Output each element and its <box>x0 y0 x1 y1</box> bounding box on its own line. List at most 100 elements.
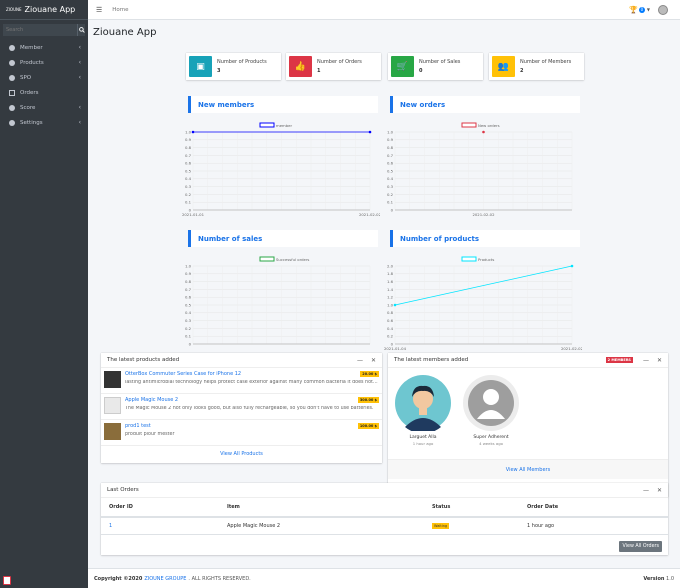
column-header: Order Date <box>519 498 668 518</box>
y-tick-label: 0.9 <box>387 137 394 142</box>
legend-swatch <box>259 256 275 262</box>
page-footer: Copyright ©2020 ZIOUNE GROUPE . ALL RIGH… <box>88 568 680 588</box>
box-icon: ▣ <box>189 56 212 77</box>
legend-label: Successful orders <box>276 257 309 262</box>
y-tick-label: 0.4 <box>387 326 394 331</box>
y-tick-label: 0.1 <box>185 334 192 339</box>
member-name: Larguet Alla <box>409 435 437 440</box>
sidebar-item-spo[interactable]: SPO ‹ <box>0 70 88 85</box>
rights-text: . ALL RIGHTS RESERVED. <box>188 575 251 582</box>
stat-value: 3 <box>217 68 221 74</box>
sidebar-search <box>3 24 85 36</box>
version-label: Version <box>643 575 665 582</box>
stat-sales: 🛒 Number of Sales 0 <box>388 53 483 80</box>
close-icon[interactable]: ✕ <box>657 487 662 494</box>
sidebar-item-settings[interactable]: Settings ‹ <box>0 115 88 130</box>
trophy-icon: 🏆 <box>629 5 638 14</box>
legend-label: member <box>276 123 292 128</box>
latest-products-card: The latest products added — ✕ OtterBox Co… <box>101 353 382 463</box>
legend-label: New orders <box>478 123 500 128</box>
chart-number-of-products: Products2.01.81.61.41.21.00.80.60.40.202… <box>384 256 582 351</box>
y-tick-label: 1.4 <box>387 287 394 292</box>
search-button[interactable] <box>77 24 85 36</box>
sidebar-item-orders[interactable]: Orders <box>0 85 88 100</box>
notifications-menu[interactable]: 🏆 0 ▼ <box>629 6 650 14</box>
member-item[interactable]: Larguet Alla 1 hour ago <box>395 375 451 446</box>
caret-down-icon: ▼ <box>646 7 650 12</box>
y-tick-label: 0.7 <box>387 153 394 158</box>
member-avatar <box>395 375 451 434</box>
collapse-icon[interactable]: — <box>357 357 363 364</box>
brand[interactable]: ZIOUNE Ziouane App <box>0 0 88 20</box>
y-tick-label: 0.6 <box>185 295 192 300</box>
list-item[interactable]: OtterBox Commuter Series Case for iPhone… <box>101 368 382 394</box>
data-point <box>393 303 397 307</box>
y-tick-label: 0 <box>189 341 192 346</box>
copyright-text: Copyright ©2020 <box>94 575 143 582</box>
y-tick-label: 0.2 <box>185 192 192 197</box>
y-tick-label: 1.0 <box>185 129 192 134</box>
y-tick-label: 0.2 <box>387 192 394 197</box>
y-tick-label: 0.3 <box>387 184 394 189</box>
sidebar-item-score[interactable]: Score ‹ <box>0 100 88 115</box>
data-point <box>368 130 372 134</box>
y-tick-label: 0.2 <box>387 334 394 339</box>
brand-link[interactable]: ZIOUNE GROUPE <box>144 576 186 582</box>
product-name[interactable]: OtterBox Commuter Series Case for iPhone… <box>125 371 241 377</box>
y-tick-label: 0.1 <box>185 200 192 205</box>
x-tick-label: 2021-01-01 <box>182 212 205 217</box>
x-tick-label: 2021-02-02 <box>561 346 582 351</box>
order-id[interactable]: 1 <box>101 517 219 535</box>
grid-icon <box>9 89 15 96</box>
sidebar-item-label: Products <box>20 59 44 66</box>
view-all-members-link[interactable]: View All Members <box>506 467 550 473</box>
price-badge: 300.00 $ <box>357 397 379 403</box>
stat-label: Number of Orders <box>317 59 362 65</box>
orders-table: Order ID Item Status Order Date 1 Apple … <box>101 498 668 535</box>
stat-value: 1 <box>317 68 321 74</box>
y-tick-label: 1.8 <box>387 271 394 276</box>
chart-number-of-sales: Successful orders 1.0 0.9 0.8 0.7 0.6 0.5 0.4 0.… <box>185 256 371 346</box>
stat-value: 0 <box>419 68 423 74</box>
legend-swatch <box>461 256 477 262</box>
list-item[interactable]: prod1 test 100.00 $ produit plour mester <box>101 420 382 446</box>
collapse-icon[interactable]: — <box>643 487 649 494</box>
page-title: Ziouane App <box>93 27 157 38</box>
pdf-icon[interactable] <box>3 576 11 585</box>
list-item[interactable]: Apple Magic Mouse 2 300.00 $ The Magic Mo… <box>101 394 382 420</box>
users-icon: 👥 <box>492 56 515 77</box>
status-badge: Waiting <box>432 523 450 529</box>
product-desc: lasting antimicrobial technology helps p… <box>125 380 379 385</box>
sidebar-item-label: Score <box>20 104 36 111</box>
view-all-products-link[interactable]: View All Products <box>101 446 382 457</box>
y-tick-label: 0.8 <box>185 279 192 284</box>
y-tick-label: 2.0 <box>387 263 394 268</box>
sidebar-item-member[interactable]: Member ‹ <box>0 40 88 55</box>
y-tick-label: 0.5 <box>387 168 394 173</box>
member-joined: 4 weeks ago <box>479 441 503 446</box>
sidebar-item-label: Settings <box>20 119 43 126</box>
view-all-orders-button[interactable]: View All Orders <box>619 541 662 552</box>
product-name[interactable]: prod1 test <box>125 423 151 429</box>
product-name[interactable]: Apple Magic Mouse 2 <box>125 397 178 403</box>
search-input[interactable] <box>3 24 77 36</box>
table-row[interactable]: 1 Apple Magic Mouse 2 Waiting 1 hour ago <box>101 517 668 535</box>
member-item[interactable]: Super Adherent 4 weeks ago <box>462 375 520 446</box>
close-icon[interactable]: ✕ <box>371 357 376 364</box>
close-icon[interactable]: ✕ <box>657 357 662 364</box>
menu-toggle-icon[interactable]: ☰ <box>96 6 102 14</box>
collapse-icon[interactable]: — <box>643 357 649 364</box>
y-tick-label: 0 <box>391 207 394 212</box>
main-content: Ziouane App ▣ Number of Products 3 👍 Numb… <box>88 20 680 568</box>
sidebar-item-products[interactable]: Products ‹ <box>0 55 88 70</box>
card-title: Last Orders <box>107 487 139 493</box>
chevron-left-icon: ‹ <box>78 119 81 126</box>
breadcrumb-home[interactable]: Home <box>112 7 128 13</box>
y-tick-label: 0.4 <box>387 176 394 181</box>
brand-name: Ziouane App <box>24 5 76 14</box>
chart-title-members: New members <box>188 96 378 113</box>
last-orders-card: Last Orders — ✕ Order ID Item Status Orde… <box>101 483 668 555</box>
user-avatar[interactable] <box>658 4 668 15</box>
card-title: The latest members added <box>394 357 469 363</box>
stat-orders: 👍 Number of Orders 1 <box>286 53 381 80</box>
